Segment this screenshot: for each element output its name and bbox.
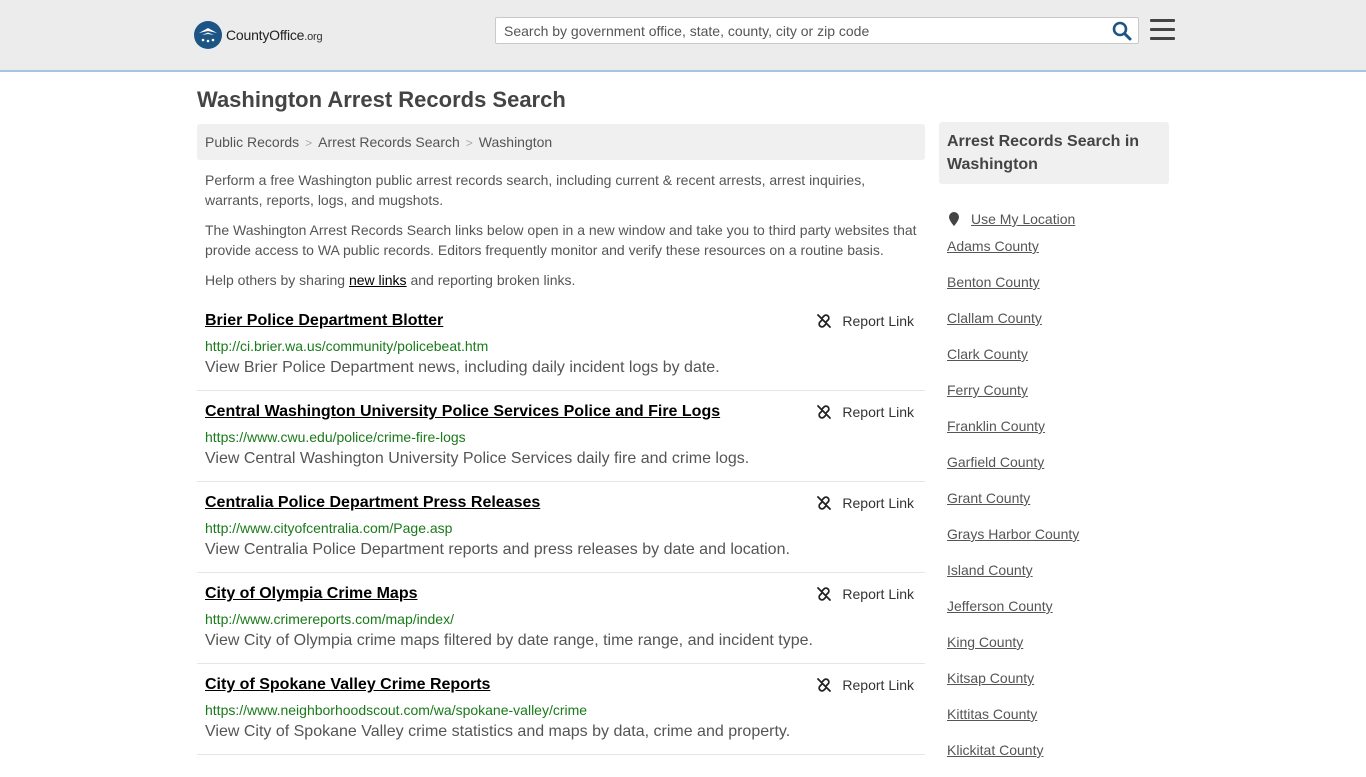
- result-item: Centralia Police Department Press Releas…: [197, 482, 925, 573]
- result-description: View Central Washington University Polic…: [205, 450, 750, 467]
- broken-link-icon: [817, 678, 832, 692]
- hamburger-menu-icon[interactable]: [1150, 19, 1175, 41]
- result-title-link[interactable]: City of Spokane Valley Crime Reports: [205, 676, 490, 694]
- broken-link-icon: [817, 405, 832, 419]
- sidebar-item-kittitas-county[interactable]: Kittitas County: [947, 705, 1079, 741]
- result-url: https://www.neighborhoodscout.com/wa/spo…: [205, 702, 588, 718]
- sidebar-county-list: Use My Location Adams County Benton Coun…: [947, 201, 1079, 777]
- report-link-button[interactable]: Report Link: [816, 586, 914, 602]
- result-title-link[interactable]: Centralia Police Department Press Releas…: [205, 494, 540, 512]
- result-item: Central Washington University Police Ser…: [197, 391, 925, 482]
- search-icon[interactable]: [1112, 21, 1132, 41]
- sidebar-item-clallam-county[interactable]: Clallam County: [947, 309, 1079, 345]
- result-url: http://www.crimereports.com/map/index/: [205, 611, 454, 627]
- result-title-link[interactable]: City of Olympia Crime Maps: [205, 585, 418, 603]
- result-description: View Centralia Police Department reports…: [205, 541, 790, 558]
- logo-brand: CountyOffice: [226, 27, 305, 43]
- report-link-label: Report Link: [842, 404, 914, 420]
- intro-paragraph-3: Help others by sharing new links and rep…: [205, 270, 917, 290]
- sidebar-item-island-county[interactable]: Island County: [947, 561, 1079, 597]
- use-my-location-link[interactable]: Use My Location: [971, 210, 1075, 228]
- sidebar-item-benton-county[interactable]: Benton County: [947, 273, 1079, 309]
- intro-paragraph-2: The Washington Arrest Records Search lin…: [205, 222, 917, 258]
- sidebar-item-klickitat-county[interactable]: Klickitat County: [947, 741, 1079, 777]
- report-link-button[interactable]: Report Link: [816, 313, 914, 329]
- breadcrumb: Public Records > Arrest Records Search > Was…: [197, 124, 925, 160]
- sidebar-item-kitsap-county[interactable]: Kitsap County: [947, 669, 1079, 705]
- broken-link-icon: [817, 587, 832, 601]
- result-title-link[interactable]: Brier Police Department Blotter: [205, 312, 443, 330]
- site-header: CountyOffice.org: [0, 0, 1366, 72]
- search-box: [495, 17, 1139, 44]
- result-item: City of Olympia Crime Maps http://www.cr…: [197, 573, 925, 664]
- site-logo[interactable]: CountyOffice.org: [194, 20, 323, 50]
- result-description: View City of Olympia crime maps filtered…: [205, 632, 813, 649]
- sidebar-item-grant-county[interactable]: Grant County: [947, 489, 1079, 525]
- sidebar-heading: Arrest Records Search in Washington: [939, 122, 1169, 184]
- logo-text: CountyOffice.org: [226, 27, 323, 43]
- sidebar-item-ferry-county[interactable]: Ferry County: [947, 381, 1079, 417]
- result-item: Brier Police Department Blotter http://c…: [197, 300, 925, 391]
- sidebar-item-garfield-county[interactable]: Garfield County: [947, 453, 1079, 489]
- results-list: Brier Police Department Blotter http://c…: [197, 300, 925, 755]
- report-link-label: Report Link: [842, 677, 914, 693]
- new-links-link[interactable]: new links: [349, 272, 407, 288]
- sidebar-item-grays-harbor-county[interactable]: Grays Harbor County: [947, 525, 1079, 561]
- logo-tld: .org: [304, 31, 323, 43]
- result-url: http://ci.brier.wa.us/community/policebe…: [205, 338, 489, 354]
- report-link-button[interactable]: Report Link: [816, 404, 914, 420]
- chevron-right-icon: >: [305, 136, 313, 150]
- sidebar-item-adams-county[interactable]: Adams County: [947, 237, 1079, 273]
- intro-text: and reporting broken links.: [406, 272, 576, 288]
- result-item: City of Spokane Valley Crime Reports htt…: [197, 664, 925, 755]
- intro-paragraph-1: Perform a free Washington public arrest …: [205, 172, 866, 208]
- search-input[interactable]: [496, 18, 1104, 43]
- sidebar-item-franklin-county[interactable]: Franklin County: [947, 417, 1079, 453]
- report-link-button[interactable]: Report Link: [816, 495, 914, 511]
- breadcrumb-public-records[interactable]: Public Records: [205, 134, 299, 150]
- broken-link-icon: [817, 496, 832, 510]
- result-title-link[interactable]: Central Washington University Police Ser…: [205, 403, 720, 421]
- use-location-row: Use My Location: [947, 201, 1079, 237]
- result-description: View City of Spokane Valley crime statis…: [205, 723, 791, 740]
- county-office-logo-icon: [194, 21, 222, 49]
- chevron-right-icon: >: [465, 136, 473, 150]
- result-url: http://www.cityofcentralia.com/Page.asp: [205, 520, 453, 536]
- report-link-label: Report Link: [842, 313, 914, 329]
- report-link-button[interactable]: Report Link: [816, 677, 914, 693]
- breadcrumb-arrest-records-search[interactable]: Arrest Records Search: [318, 134, 460, 150]
- report-link-label: Report Link: [842, 586, 914, 602]
- breadcrumb-washington[interactable]: Washington: [479, 134, 552, 150]
- intro-text: Help others by sharing: [205, 272, 349, 288]
- report-link-label: Report Link: [842, 495, 914, 511]
- result-description: View Brier Police Department news, inclu…: [205, 359, 720, 376]
- sidebar-item-clark-county[interactable]: Clark County: [947, 345, 1079, 381]
- page-title: Washington Arrest Records Search: [197, 87, 566, 112]
- sidebar-item-jefferson-county[interactable]: Jefferson County: [947, 597, 1079, 633]
- result-url: https://www.cwu.edu/police/crime-fire-lo…: [205, 429, 466, 445]
- map-pin-icon: [949, 212, 959, 226]
- broken-link-icon: [817, 314, 832, 328]
- sidebar-item-king-county[interactable]: King County: [947, 633, 1079, 669]
